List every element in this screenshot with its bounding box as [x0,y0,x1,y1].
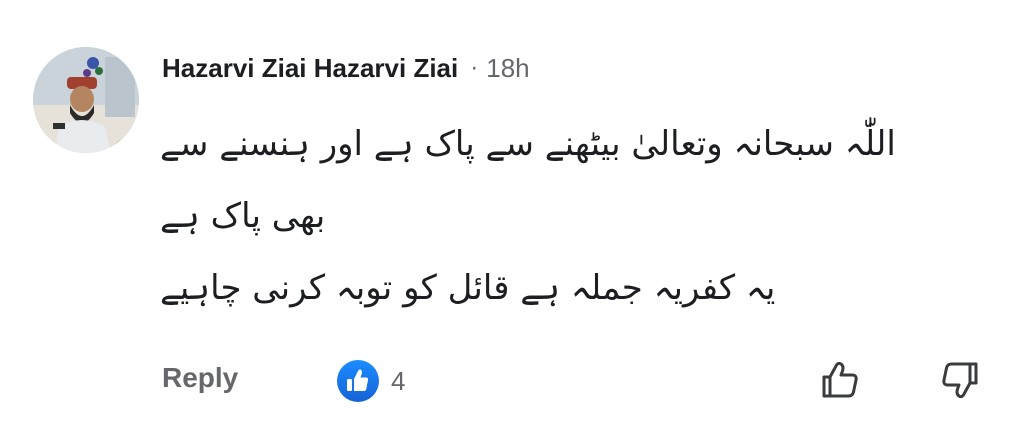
timestamp[interactable]: 18h [486,53,529,84]
reply-button[interactable]: Reply [162,362,238,394]
thumbs-down-outline-icon [942,362,978,399]
like-count: 4 [391,365,406,396]
avatar[interactable] [33,47,139,153]
comment-line: بھی پاک ہے [160,196,326,236]
comment: Hazarvi Ziai Hazarvi Ziai · 18h اللّٰہ س… [0,0,1024,429]
comment-text: اللّٰہ سبحانہ وتعالیٰ بیٹھنے سے پاک ہے ا… [160,108,940,324]
downvote-button[interactable] [936,356,984,404]
thumbs-up-outline-icon [822,361,858,398]
comment-line: اللّٰہ سبحانہ وتعالیٰ بیٹھنے سے پاک ہے ا… [160,124,896,164]
upvote-button[interactable] [816,356,864,404]
avatar-photo [33,47,139,153]
like-reaction-icon [337,360,379,402]
comment-line: یہ کفریہ جملہ ہے قائل کو توبہ کرنی چاہیے [160,268,776,308]
separator-dot: · [470,54,479,81]
comment-actions: Reply 4 [0,352,1024,408]
author-name[interactable]: Hazarvi Ziai Hazarvi Ziai [162,53,458,84]
reaction-summary[interactable]: 4 [337,360,405,402]
comment-header: Hazarvi Ziai Hazarvi Ziai · 18h [162,50,530,86]
